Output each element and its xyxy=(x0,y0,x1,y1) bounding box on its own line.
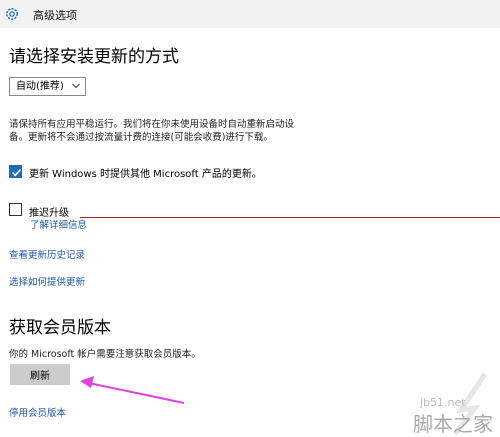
check-icon xyxy=(11,168,22,177)
ms-updates-checkbox[interactable] xyxy=(9,165,22,178)
annotation-arrow-icon xyxy=(80,376,185,404)
update-description: 请保持所有应用平稳运行。我们将在你未使用设备时自动重新启动设备。更新将不会通过按… xyxy=(9,119,295,143)
window-title: 高级选项 xyxy=(33,9,77,22)
update-method-select[interactable]: 自动(推荐) xyxy=(9,77,86,96)
watermark-name: 脚本之家 xyxy=(413,412,493,436)
stop-insider-link[interactable]: 停用会员版本 xyxy=(9,405,66,419)
select-value: 自动(推荐) xyxy=(16,81,64,92)
insider-note: 你的 Microsoft 帐户需要注意获取会员版本。 xyxy=(9,349,201,360)
refresh-button[interactable]: 刷新 xyxy=(10,364,70,385)
insider-heading: 获取会员版本 xyxy=(9,318,111,338)
update-method-heading: 请选择安装更新的方式 xyxy=(9,47,179,67)
title-bar: 高级选项 xyxy=(0,0,500,28)
defer-upgrades-checkbox[interactable] xyxy=(9,203,22,216)
chevron-down-icon xyxy=(72,83,80,89)
annotation-line xyxy=(80,217,500,218)
update-history-link[interactable]: 查看更新历史记录 xyxy=(9,247,85,261)
ms-updates-label: 更新 Windows 时提供其他 Microsoft 产品的更新。 xyxy=(29,169,262,180)
learn-more-link[interactable]: 了解详细信息 xyxy=(30,217,87,231)
delivery-options-link[interactable]: 选择如何提供更新 xyxy=(9,274,85,288)
gear-icon xyxy=(6,8,18,20)
